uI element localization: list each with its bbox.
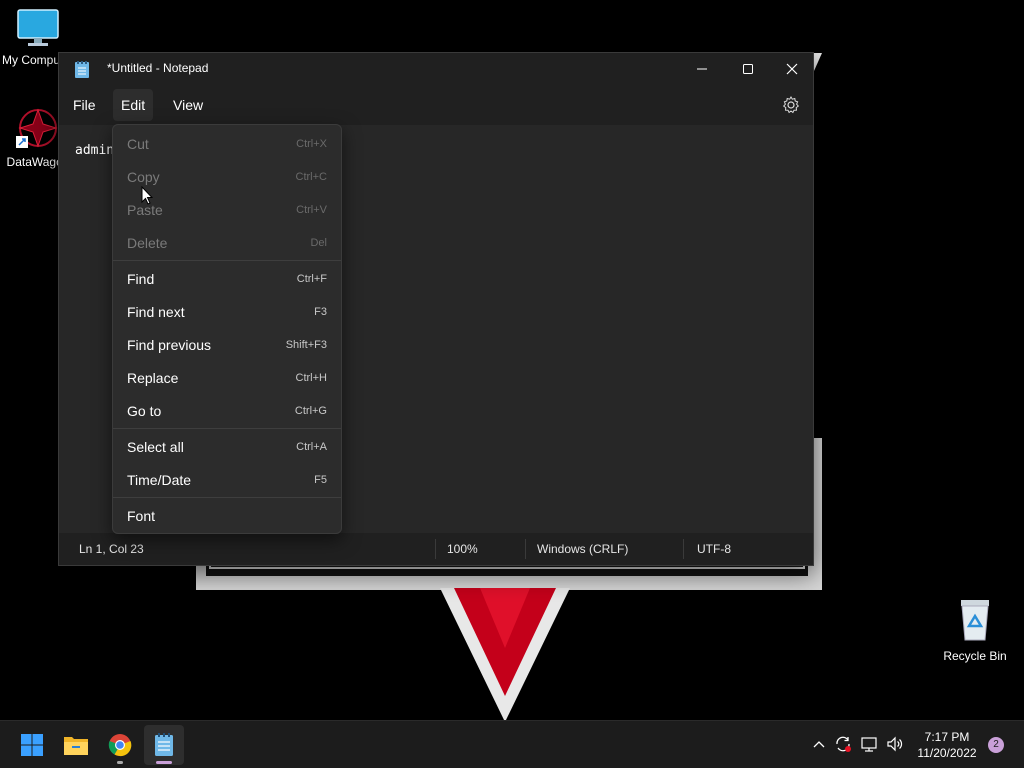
file-explorer-icon (64, 737, 88, 755)
clock-time: 7:17 PM (924, 730, 970, 744)
menu-item-shortcut: Ctrl+C (295, 171, 327, 183)
close-button[interactable] (769, 53, 815, 85)
tray-volume[interactable] (886, 735, 904, 753)
taskbar-notepad[interactable] (144, 725, 184, 765)
settings-gear-icon[interactable] (781, 95, 801, 115)
menu-item-label: Find next (127, 304, 185, 320)
network-icon (861, 737, 877, 752)
edit-menu-select-all[interactable]: Select all Ctrl+A (117, 431, 337, 463)
notepad-icon (155, 733, 173, 756)
menu-item-shortcut: Ctrl+F (296, 273, 327, 285)
menu-separator (113, 428, 341, 429)
system-clock[interactable]: 7:17 PM 11/20/2022 (912, 729, 982, 761)
close-icon (786, 63, 798, 75)
status-divider (435, 539, 436, 559)
wallpaper-arrow (440, 588, 570, 722)
status-bar: Ln 1, Col 23 100% Windows (CRLF) UTF-8 (59, 533, 813, 565)
edit-menu-delete[interactable]: Delete Del (117, 227, 337, 259)
status-divider (525, 539, 526, 559)
menu-item-label: Font (127, 508, 156, 524)
menu-separator (113, 497, 341, 498)
edit-menu-cut[interactable]: Cut Ctrl+X (117, 128, 337, 160)
recycle-bin-label: Recycle Bin (943, 649, 1007, 663)
status-encoding: UTF-8 (697, 542, 731, 556)
tray-sync[interactable] (834, 735, 852, 753)
menu-item-label: Copy (127, 169, 160, 185)
menu-item-label: Select all (127, 439, 184, 455)
menu-item-label: Go to (127, 403, 162, 419)
taskbar-file-explorer[interactable] (56, 725, 96, 765)
taskbar-chrome[interactable] (100, 725, 140, 765)
mouse-cursor-icon (141, 186, 153, 205)
menu-bar: File Edit View (59, 85, 813, 125)
taskbar: 7:17 PM 11/20/2022 2 (0, 720, 1024, 768)
edit-menu-time-date[interactable]: Time/Date F5 (117, 464, 337, 496)
status-line-ending: Windows (CRLF) (537, 542, 629, 556)
edit-menu-replace[interactable]: Replace Ctrl+H (117, 362, 337, 394)
status-divider (683, 539, 684, 559)
edit-menu-go-to[interactable]: Go to Ctrl+G (117, 395, 337, 427)
menu-item-label: Delete (127, 235, 168, 251)
recycle-bin-icon (961, 600, 989, 641)
notepad-icon (75, 61, 89, 78)
menu-file[interactable]: File (65, 89, 104, 121)
menu-item-label: Time/Date (127, 472, 192, 488)
clock-date: 11/20/2022 (917, 746, 977, 760)
chrome-icon (108, 734, 132, 757)
menu-item-shortcut: Ctrl+X (296, 138, 327, 150)
menu-item-shortcut: F3 (314, 306, 327, 318)
menu-item-label: Replace (127, 370, 179, 386)
menu-item-shortcut: F5 (314, 474, 327, 486)
menu-item-label: Cut (127, 136, 149, 152)
status-position: Ln 1, Col 23 (79, 542, 144, 556)
menu-item-shortcut: Ctrl+H (295, 372, 327, 384)
start-icon (21, 734, 43, 756)
menu-item-shortcut: Del (310, 237, 327, 249)
window-title: *Untitled - Notepad (107, 61, 209, 75)
maximize-button[interactable] (725, 53, 771, 85)
chevron-up-icon (813, 741, 825, 748)
notification-badge[interactable]: 2 (988, 737, 1004, 753)
menu-item-label: Find previous (127, 337, 212, 353)
running-indicator (117, 761, 123, 764)
status-zoom: 100% (447, 542, 478, 556)
edit-menu-find[interactable]: Find Ctrl+F (117, 263, 337, 295)
desktop-icon-recycle-bin[interactable]: Recycle Bin (940, 596, 1010, 663)
menu-item-shortcut: Shift+F3 (285, 339, 327, 351)
volume-icon (887, 736, 903, 752)
datawagon-icon (16, 108, 58, 148)
menu-separator (113, 260, 341, 261)
minimize-button[interactable] (679, 53, 725, 85)
start-button[interactable] (12, 725, 52, 765)
maximize-icon (743, 64, 753, 74)
sync-icon (836, 736, 851, 752)
title-bar[interactable]: *Untitled - Notepad (59, 53, 813, 85)
edit-menu-find-previous[interactable]: Find previous Shift+F3 (117, 329, 337, 361)
tray-network[interactable] (860, 735, 878, 753)
menu-item-label: Find (127, 271, 155, 287)
minimize-icon (697, 68, 707, 70)
menu-item-shortcut: Ctrl+A (296, 441, 327, 453)
menu-edit[interactable]: Edit (113, 89, 154, 121)
menu-item-shortcut: Ctrl+G (294, 405, 327, 417)
active-indicator (156, 761, 172, 764)
monitor-icon (17, 9, 59, 46)
menu-view[interactable]: View (165, 89, 211, 121)
edit-menu-font[interactable]: Font (117, 500, 337, 532)
menu-item-shortcut: Ctrl+V (296, 204, 327, 216)
editor-content: admin (75, 143, 115, 158)
edit-menu-find-next[interactable]: Find next F3 (117, 296, 337, 328)
show-hidden-icons-button[interactable] (810, 735, 828, 753)
